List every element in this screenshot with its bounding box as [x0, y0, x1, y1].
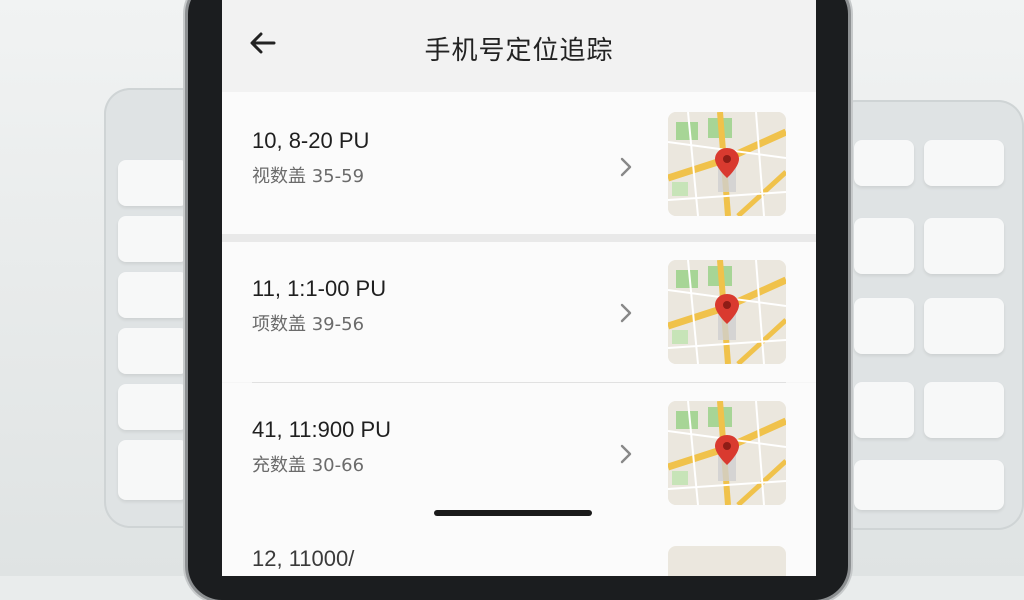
key — [118, 160, 188, 206]
map-thumbnail[interactable] — [668, 112, 786, 216]
map-pin-icon — [668, 260, 786, 364]
app-bar: 手机号定位追踪 — [222, 0, 816, 92]
record-time: 41, 11:900 PU — [252, 417, 392, 442]
key — [924, 298, 1004, 354]
page-title: 手机号定位追踪 — [424, 36, 614, 66]
map-thumbnail[interactable] — [668, 260, 786, 364]
location-record-row[interactable]: 10, 8-20 PU 视数盖 35-59 — [222, 92, 816, 234]
key — [854, 140, 914, 186]
key — [118, 440, 188, 500]
key — [924, 382, 1004, 438]
map-pin-icon — [668, 401, 786, 505]
key — [118, 328, 188, 374]
key — [854, 298, 914, 354]
location-record-row[interactable]: 11, 1:1-00 PU 项数盖 39-56 — [222, 242, 816, 382]
chevron-right-icon — [620, 303, 632, 323]
map-thumbnail — [668, 546, 786, 576]
map-thumbnail[interactable] — [668, 401, 786, 505]
record-time: 10, 8-20 PU — [252, 128, 370, 153]
chevron-right-icon — [620, 157, 632, 177]
record-time: 12, 11000/ — [252, 546, 355, 571]
row-separator — [222, 234, 816, 242]
key — [854, 460, 1004, 510]
home-indicator[interactable] — [434, 510, 592, 516]
keyboard-right-blur — [830, 100, 1024, 530]
record-detail: 项数盖 39-56 — [252, 314, 365, 335]
record-detail: 充数盖 30-66 — [252, 455, 365, 476]
record-time: 11, 1:1-00 PU — [252, 276, 387, 301]
key — [118, 384, 188, 430]
location-record-row[interactable]: 41, 11:900 PU 充数盖 30-66 — [222, 383, 816, 528]
key — [118, 272, 188, 318]
map-pin-icon — [668, 112, 786, 216]
record-detail: 视数盖 35-59 — [252, 166, 365, 187]
key — [854, 382, 914, 438]
key — [854, 218, 914, 274]
key — [924, 218, 1004, 274]
key — [924, 140, 1004, 186]
chevron-right-icon — [620, 444, 632, 464]
key — [118, 216, 188, 262]
location-record-row-partial[interactable]: 12, 11000/ — [222, 528, 816, 576]
phone-screen: 手机号定位追踪 10, 8-20 PU 视数盖 35-59 11, 1:1-00… — [222, 0, 816, 576]
